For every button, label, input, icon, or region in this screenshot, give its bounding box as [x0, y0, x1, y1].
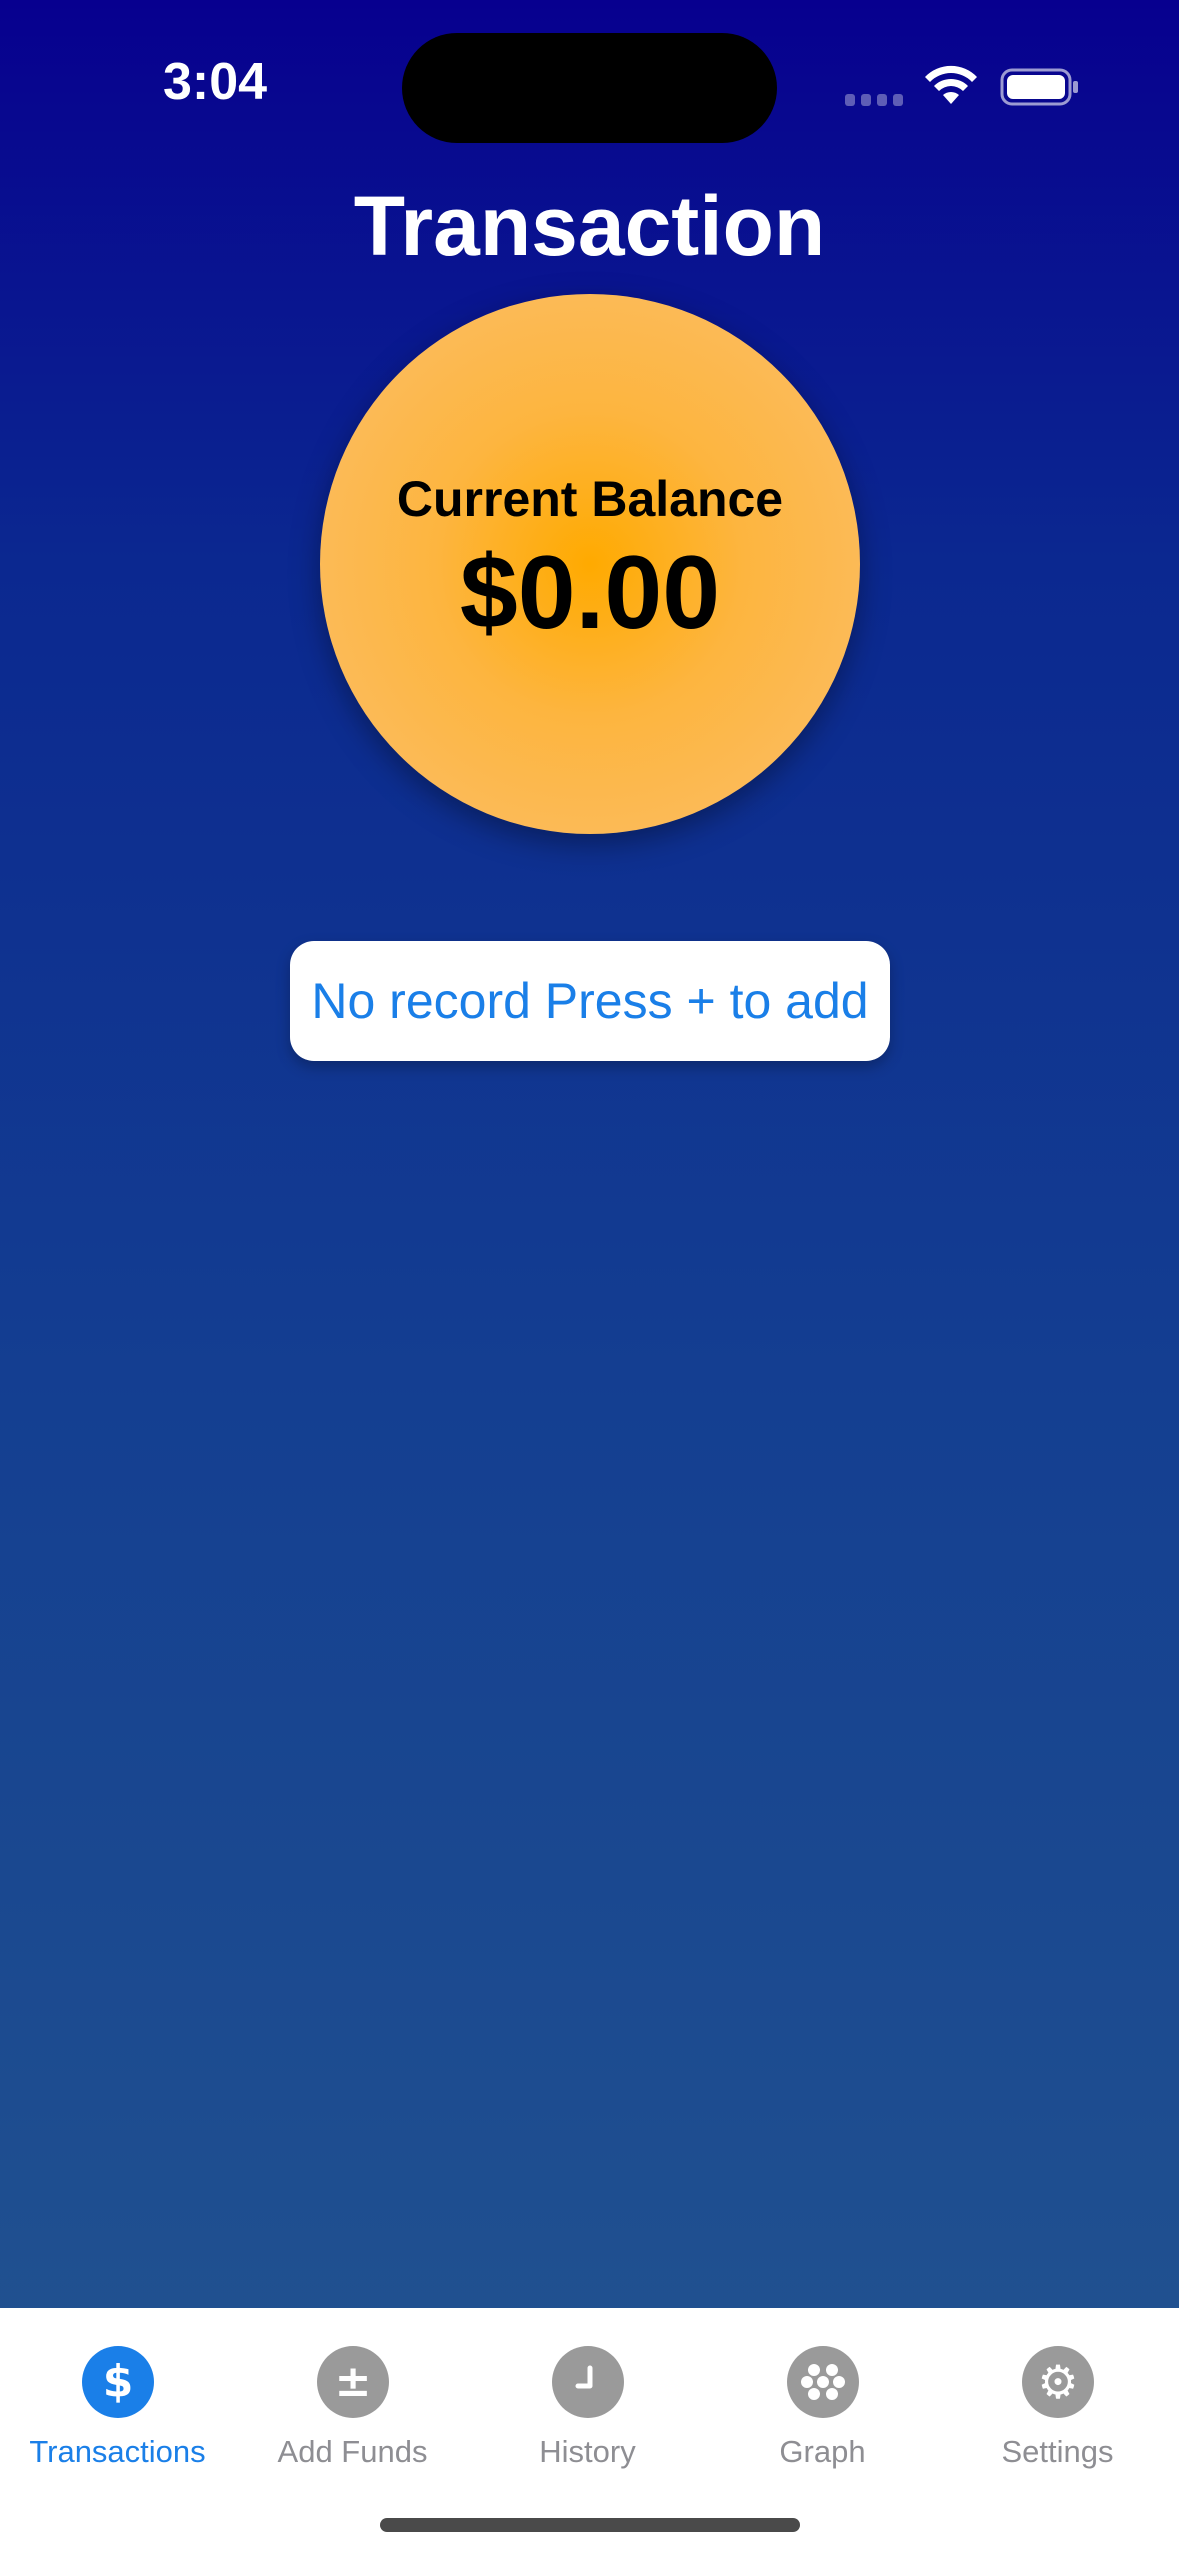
battery-icon — [1000, 68, 1078, 106]
app-screen: 3:04 Transaction Current Balance $0.00 N… — [0, 0, 1179, 2556]
tab-history[interactable]: History — [470, 2326, 705, 2476]
wifi-icon — [925, 65, 977, 104]
status-time: 3:04 — [162, 53, 268, 111]
tab-bar: $ Transactions ± Add Funds History Graph… — [0, 2308, 1179, 2556]
balance-circle: Current Balance $0.00 — [320, 294, 860, 834]
dots-grid-icon — [787, 2346, 859, 2418]
dynamic-island — [402, 33, 777, 143]
empty-state-message: No record Press + to add — [311, 973, 869, 1029]
tab-label: Add Funds — [277, 2434, 428, 2469]
plus-minus-icon: ± — [317, 2346, 389, 2418]
tab-add-funds[interactable]: ± Add Funds — [235, 2326, 470, 2476]
gear-icon: ⚙ — [1022, 2346, 1094, 2418]
tab-label: Transactions — [29, 2434, 206, 2469]
balance-label: Current Balance — [396, 471, 784, 527]
cellular-signal-icon — [845, 94, 905, 106]
tab-label: History — [539, 2434, 636, 2469]
home-indicator[interactable] — [380, 2518, 800, 2532]
page-title: Transaction — [353, 179, 826, 273]
tab-label: Graph — [779, 2434, 866, 2469]
clock-icon — [552, 2346, 624, 2418]
tab-label: Settings — [1001, 2434, 1114, 2469]
tab-transactions[interactable]: $ Transactions — [0, 2326, 235, 2476]
dollar-icon: $ — [82, 2346, 154, 2418]
tab-settings[interactable]: ⚙ Settings — [940, 2326, 1175, 2476]
empty-state-button[interactable]: No record Press + to add — [290, 941, 890, 1061]
tab-graph[interactable]: Graph — [705, 2326, 940, 2476]
balance-value: $0.00 — [459, 535, 721, 651]
